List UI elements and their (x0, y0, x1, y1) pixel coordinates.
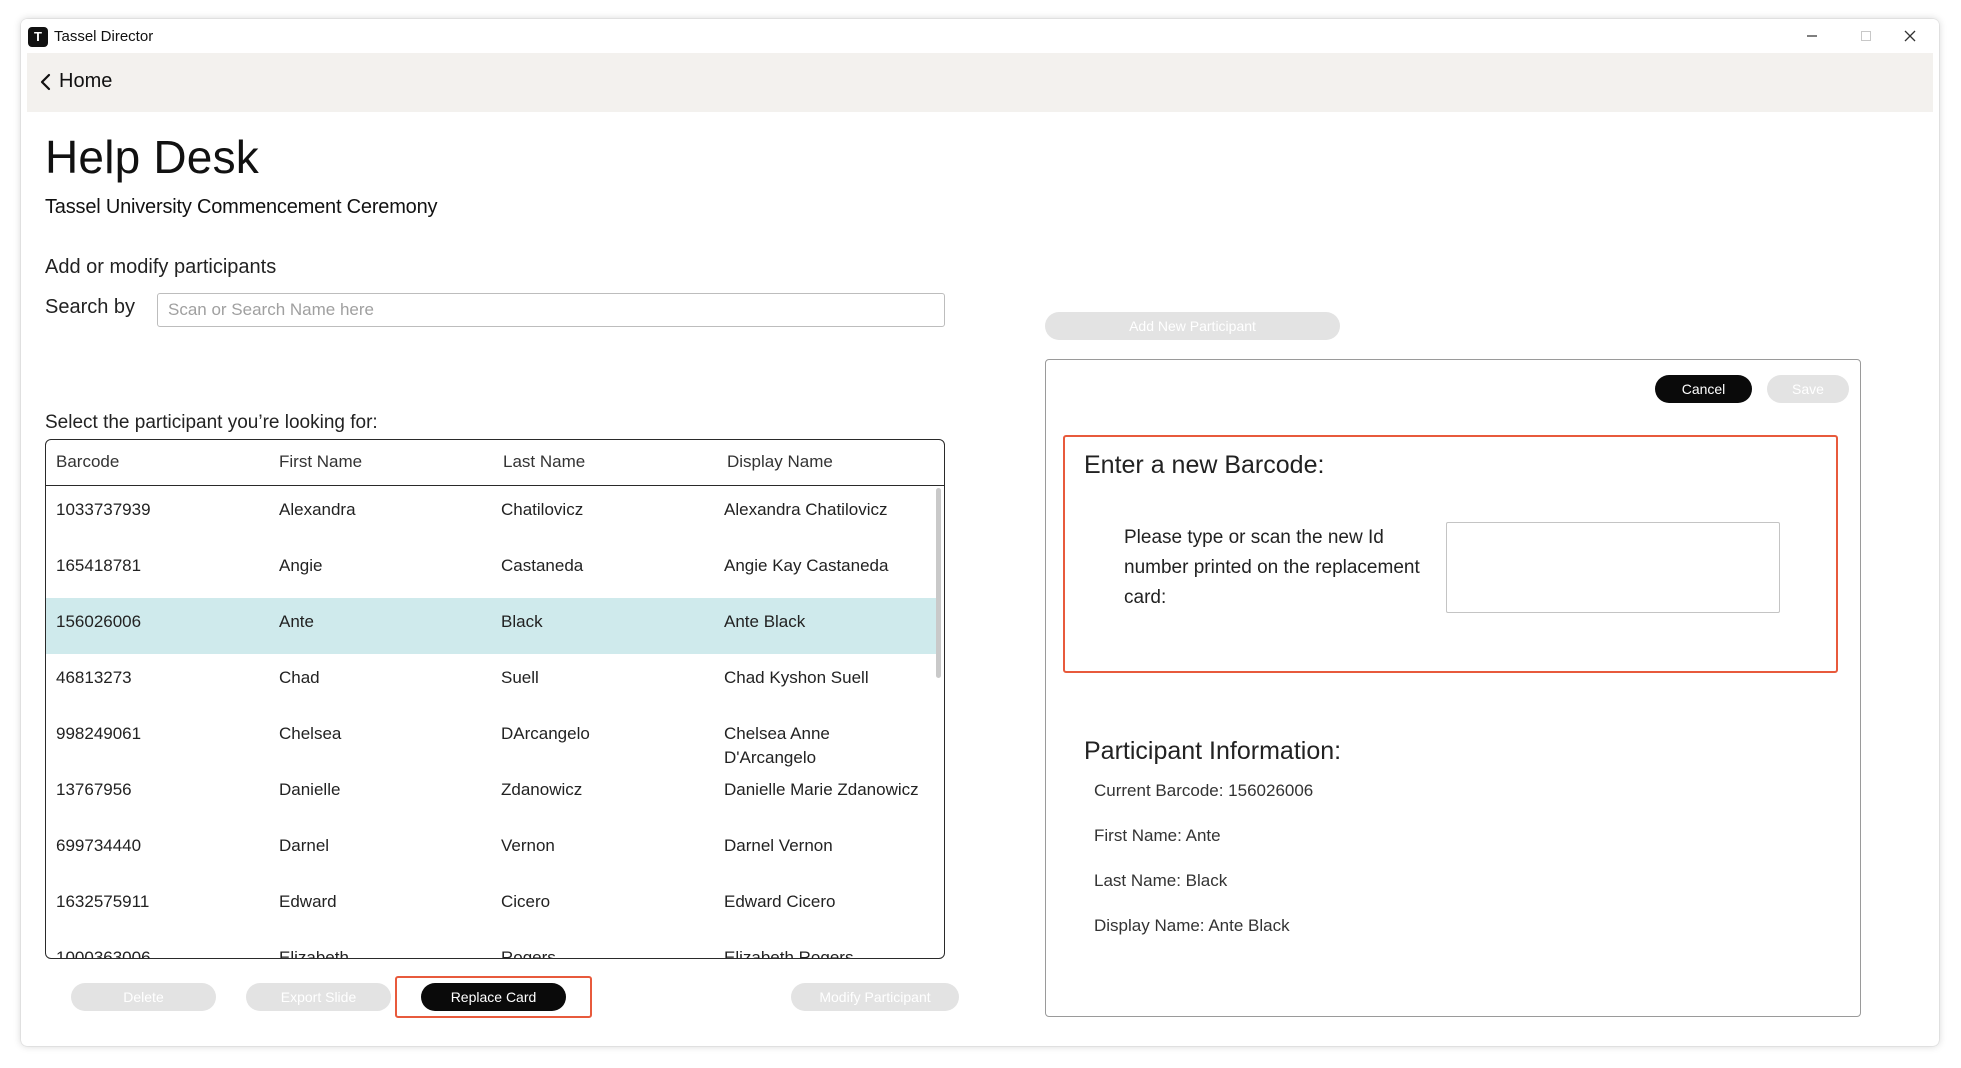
modify-participant-button[interactable]: Modify Participant (791, 983, 959, 1011)
cell-display-name: Chelsea Anne D'Arcangelo (724, 724, 830, 767)
delete-button[interactable]: Delete (71, 983, 216, 1011)
table-header: Barcode First Name Last Name Display Nam… (46, 440, 944, 486)
new-barcode-instructions: Please type or scan the new Id number pr… (1124, 527, 1420, 608)
cell-last-name: Black (501, 612, 543, 631)
table-row[interactable]: 699734440 Darnel Vernon Darnel Vernon (46, 822, 936, 878)
cell-barcode: 165418781 (56, 556, 142, 575)
first-name-text: First Name: Ante (1094, 826, 1221, 845)
cell-display-name: Danielle Marie Zdanowicz (724, 780, 919, 799)
cell-last-name: DArcangelo (501, 724, 590, 743)
cell-barcode: 998249061 (56, 724, 142, 743)
table-row[interactable]: 1000363006 Elizabeth Rogers Elizabeth Roger… (46, 934, 936, 959)
chevron-left-icon (40, 73, 51, 90)
scrollbar-thumb[interactable] (936, 488, 941, 678)
cell-barcode: 1000363006 (56, 948, 151, 959)
cell-barcode: 699734440 (56, 836, 142, 855)
display-name-text: Display Name: Ante Black (1094, 916, 1290, 935)
cell-barcode: 156026006 (56, 612, 142, 631)
cell-first-name: Danielle (279, 780, 341, 799)
cell-first-name: Chad (279, 668, 320, 687)
cell-display-name: Chad Kyshon Suell (724, 668, 869, 687)
column-header-display-name[interactable]: Display Name (727, 452, 833, 472)
current-barcode-text: Current Barcode: 156026006 (1094, 781, 1314, 800)
section-label: Add or modify participants (45, 256, 277, 278)
column-header-first-name[interactable]: First Name (279, 452, 362, 472)
column-header-last-name[interactable]: Last Name (503, 452, 585, 472)
last-name-text: Last Name: Black (1094, 871, 1228, 890)
cell-display-name: Alexandra Chatilovicz (724, 500, 888, 519)
new-barcode-title: Enter a new Barcode: (1084, 451, 1325, 479)
cancel-button[interactable]: Cancel (1655, 375, 1752, 403)
cell-display-name: Ante Black (724, 612, 806, 631)
table-row[interactable]: 1033737939 Alexandra Chatilovicz Alexandra … (46, 486, 936, 542)
cell-barcode: 46813273 (56, 668, 132, 687)
table-scrollbar[interactable] (936, 488, 942, 956)
cell-first-name: Darnel (279, 836, 330, 855)
cell-display-name: Angie Kay Castaneda (724, 556, 889, 575)
cell-barcode: 1632575911 (56, 892, 150, 911)
cell-last-name: Chatilovicz (501, 500, 584, 519)
page-subtitle: Tassel University Commencement Ceremony (45, 196, 438, 218)
replace-card-button[interactable]: Replace Card (421, 983, 566, 1011)
table-body: 1033737939 Alexandra Chatilovicz Alexandra … (46, 486, 936, 959)
cell-last-name: Castaneda (501, 556, 584, 575)
cell-first-name: Edward (279, 892, 337, 911)
cell-last-name: Zdanowicz (501, 780, 583, 799)
cell-barcode: 1033737939 (56, 500, 151, 519)
table-row[interactable]: 1632575911 Edward Cicero Edward Cicero (46, 878, 936, 934)
save-button[interactable]: Save (1767, 375, 1849, 403)
cell-first-name: Angie (279, 556, 323, 575)
minimize-button[interactable] (1783, 19, 1841, 53)
back-home-button[interactable]: Home (39, 70, 112, 93)
export-slide-button[interactable]: Export Slide (246, 983, 391, 1011)
cell-last-name: Suell (501, 668, 539, 687)
app-logo-icon: T (28, 27, 48, 47)
participant-info-title: Participant Information: (1084, 737, 1342, 765)
page-title: Help Desk (45, 131, 259, 183)
search-input[interactable] (157, 293, 945, 327)
back-label: Home (59, 70, 113, 92)
cell-last-name: Cicero (501, 892, 551, 911)
table-row[interactable]: 13767956 Danielle Zdanowicz Danielle Marie … (46, 766, 936, 822)
window-title: Tassel Director (54, 28, 154, 45)
cell-first-name: Elizabeth (279, 948, 349, 959)
close-icon (1904, 30, 1916, 42)
cell-barcode: 13767956 (56, 780, 132, 799)
table-row[interactable]: 165418781 Angie Castaneda Angie Kay Castane… (46, 542, 936, 598)
select-participant-label: Select the participant you’re looking fo… (45, 412, 378, 433)
table-row[interactable]: 156026006 Ante Black Ante Black (46, 598, 936, 654)
minimize-icon (1807, 35, 1817, 37)
navigation-bar: Home (27, 53, 1933, 112)
cell-first-name: Ante (279, 612, 314, 631)
cell-last-name: Rogers (501, 948, 556, 959)
title-bar: T Tassel Director (21, 19, 1939, 53)
new-barcode-input[interactable] (1446, 522, 1780, 613)
cell-display-name: Darnel Vernon (724, 836, 833, 855)
cell-first-name: Chelsea (279, 724, 342, 743)
maximize-icon (1861, 31, 1871, 41)
add-new-participant-button[interactable]: Add New Participant (1045, 312, 1340, 340)
table-row[interactable]: 46813273 Chad Suell Chad Kyshon Suell (46, 654, 936, 710)
close-window-button[interactable] (1881, 19, 1939, 53)
cell-display-name: Edward Cicero (724, 892, 836, 911)
participants-table: Barcode First Name Last Name Display Nam… (45, 439, 945, 959)
search-label: Search by (45, 296, 136, 318)
cell-display-name: Elizabeth Rogers (724, 948, 854, 959)
cell-first-name: Alexandra (279, 500, 356, 519)
cell-last-name: Vernon (501, 836, 555, 855)
table-row[interactable]: 998249061 Chelsea DArcangelo Chelsea Anne D… (46, 710, 936, 767)
column-header-barcode[interactable]: Barcode (56, 452, 119, 472)
